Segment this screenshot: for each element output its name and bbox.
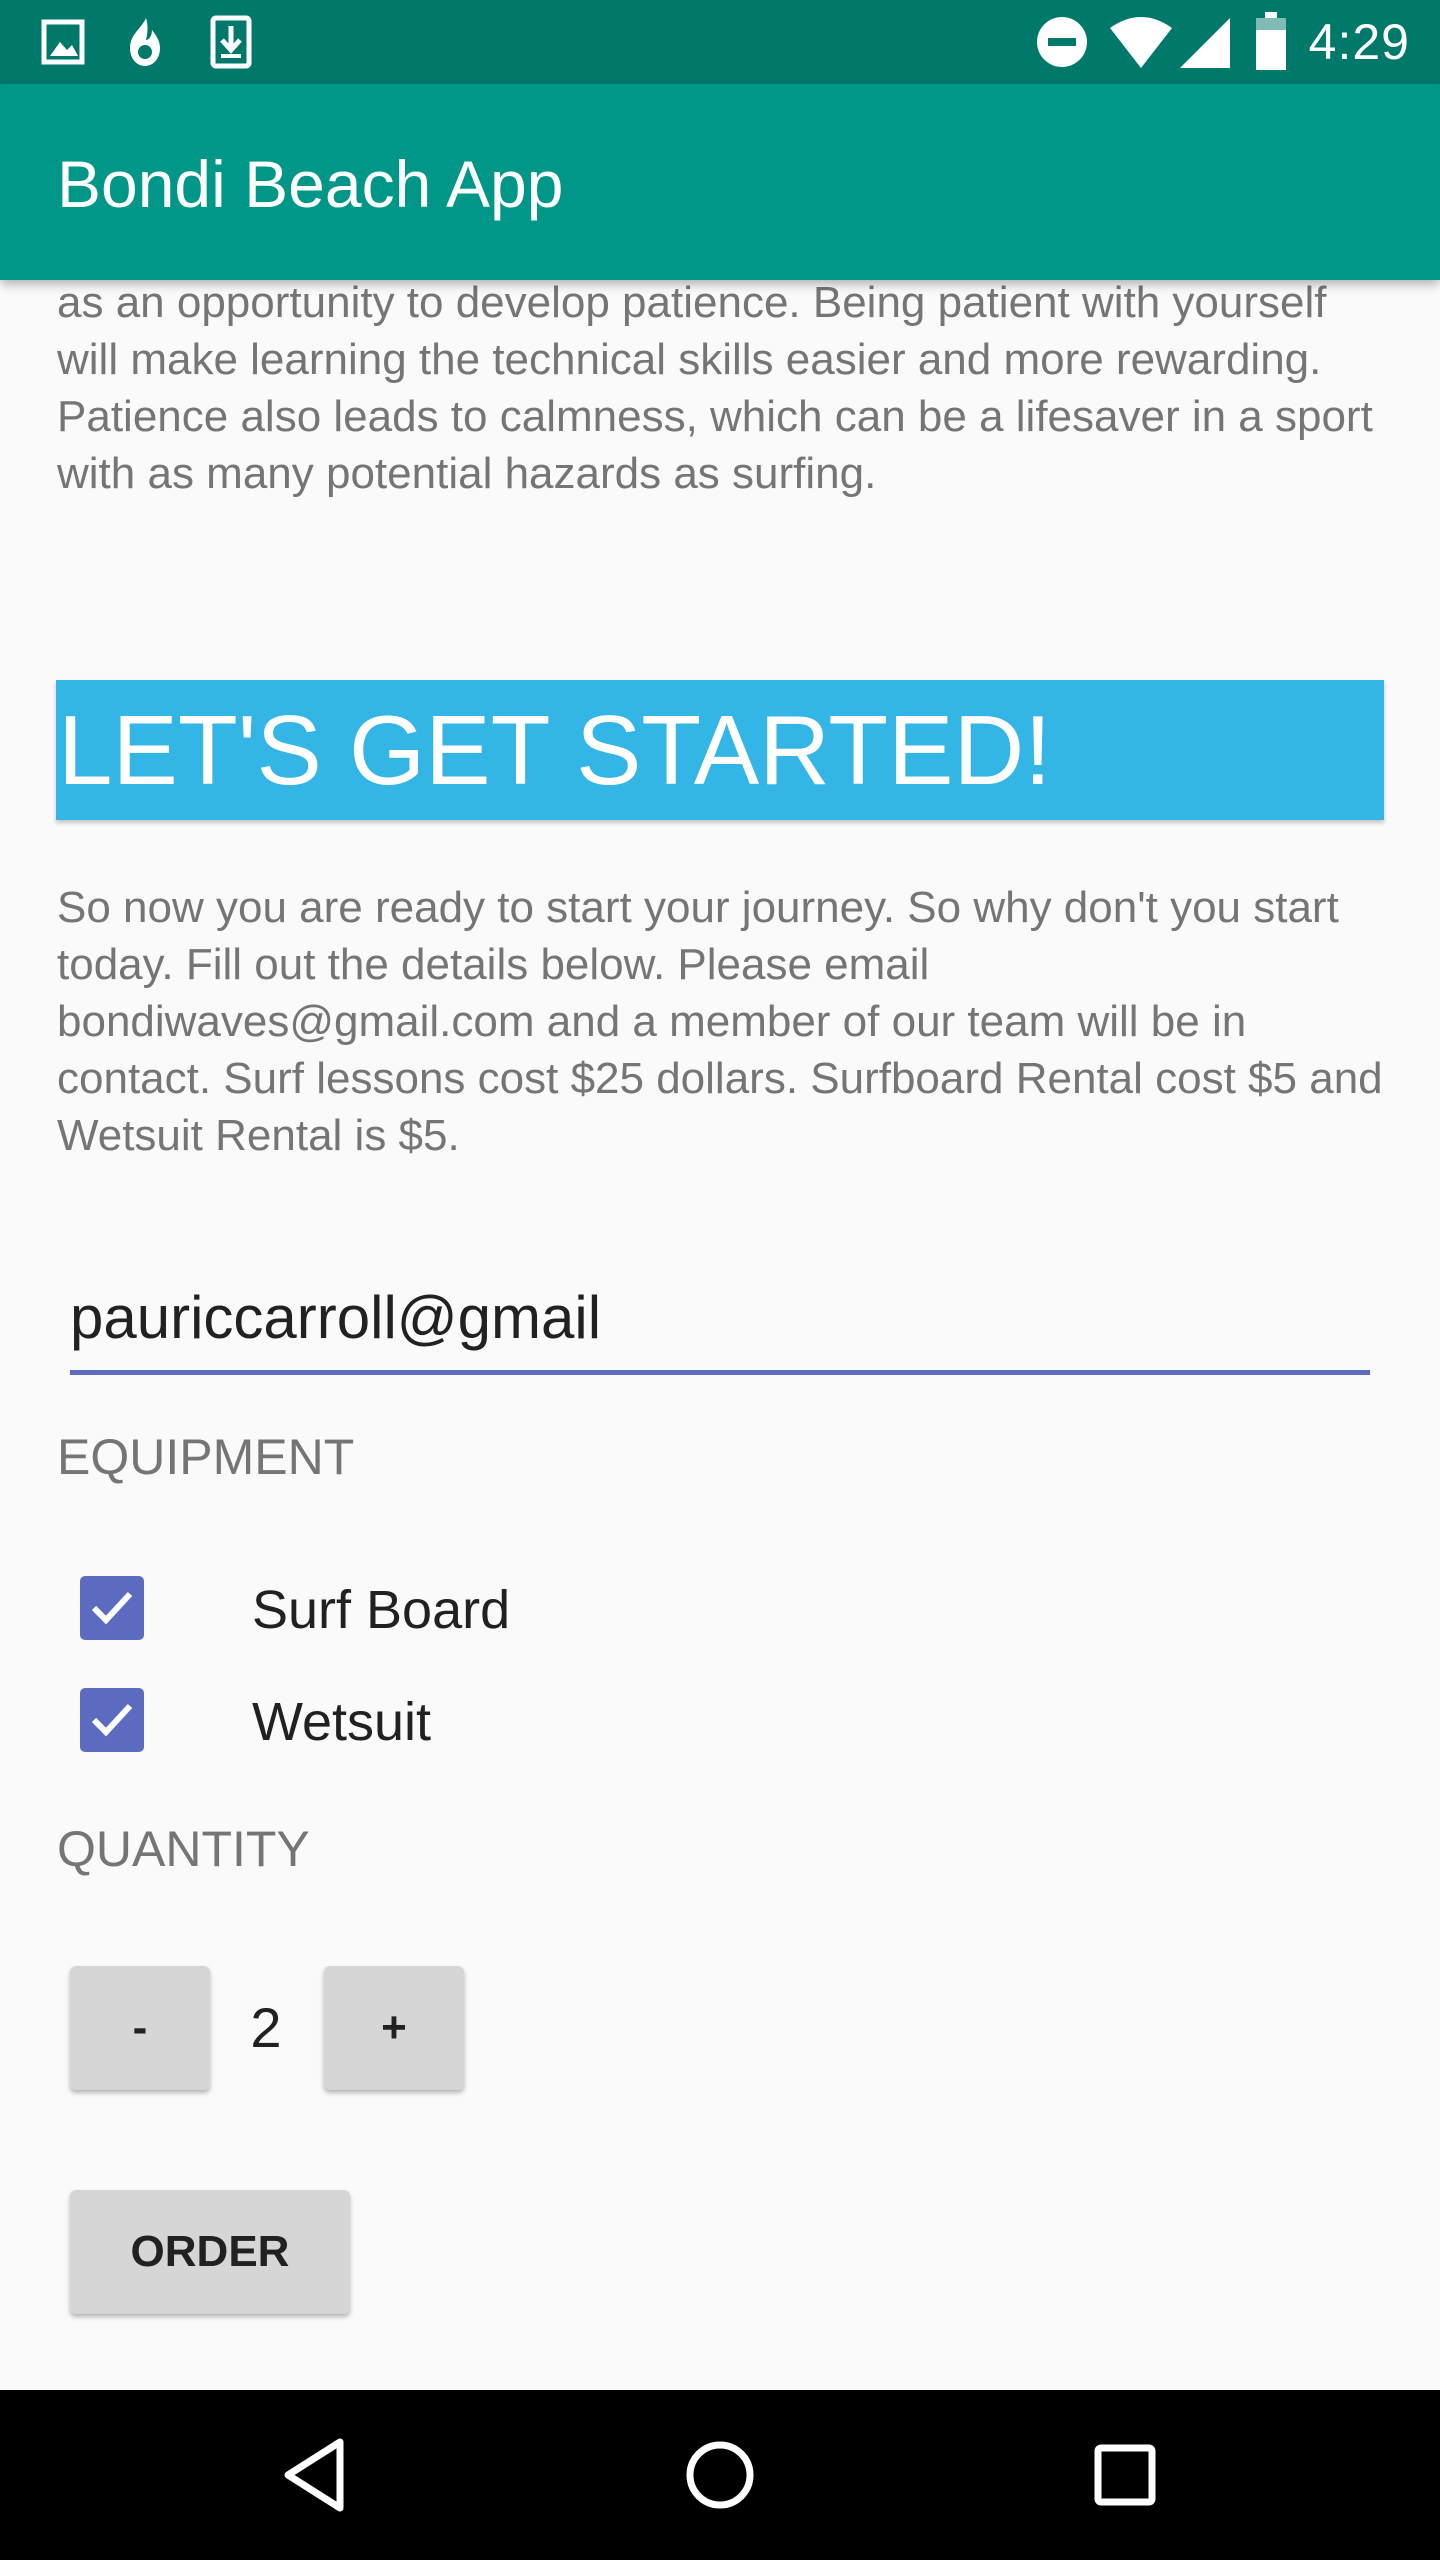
scroll-content[interactable]: as an opportunity to develop patience. B… <box>0 280 1440 2390</box>
wetsuit-option[interactable]: Wetsuit <box>80 1688 680 1756</box>
status-time: 4:29 <box>1308 14 1410 70</box>
quantity-value: 2 <box>250 1996 282 2059</box>
image-icon <box>40 14 86 75</box>
wetsuit-checkbox[interactable] <box>80 1688 144 1752</box>
banner-heading: LET'S GET STARTED! <box>58 695 1052 805</box>
cell-signal-icon <box>1176 14 1232 75</box>
back-icon[interactable] <box>270 2428 364 2522</box>
order-button[interactable]: ORDER <box>70 2190 350 2314</box>
intro-paragraph: as an opportunity to develop patience. B… <box>57 280 1373 498</box>
section-banner: LET'S GET STARTED! <box>56 680 1384 820</box>
surf-board-label: Surf Board <box>252 1580 511 1640</box>
app-title: Bondi Beach App <box>57 147 564 221</box>
battery-icon <box>1254 10 1288 77</box>
download-icon <box>208 14 254 75</box>
surf-board-checkbox[interactable] <box>80 1576 144 1640</box>
surf-board-option[interactable]: Surf Board <box>80 1576 680 1644</box>
wifi-icon <box>1108 14 1174 75</box>
app-bar: Bondi Beach App <box>0 84 1440 280</box>
fire-icon <box>122 14 168 75</box>
recents-icon[interactable] <box>1078 2428 1172 2522</box>
equipment-label: EQUIPMENT <box>57 1429 355 1485</box>
status-bar: 4:29 <box>0 0 1440 84</box>
home-icon[interactable] <box>673 2428 767 2522</box>
navigation-bar <box>0 2390 1440 2560</box>
wetsuit-label: Wetsuit <box>252 1692 432 1752</box>
quantity-label: QUANTITY <box>57 1821 310 1877</box>
info-paragraph: So now you are ready to start your journ… <box>57 883 1383 1160</box>
decrement-button[interactable]: - <box>70 1966 210 2090</box>
checkmark-icon <box>91 1703 133 1737</box>
increment-button[interactable]: + <box>324 1966 464 2090</box>
email-field[interactable] <box>70 1265 1370 1375</box>
do-not-disturb-icon <box>1034 14 1090 75</box>
checkmark-icon <box>91 1591 133 1625</box>
